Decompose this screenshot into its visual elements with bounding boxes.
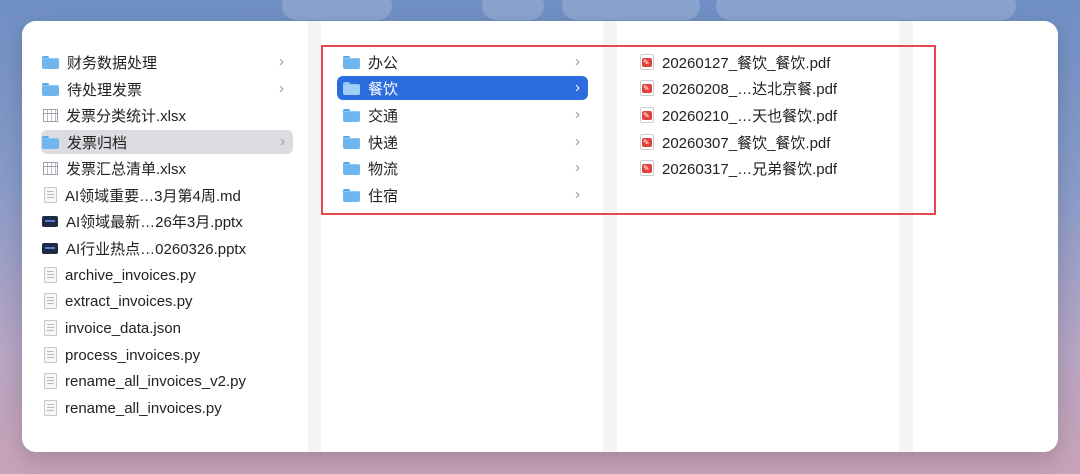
folder-icon: [343, 161, 360, 175]
item-label: 快递: [368, 134, 399, 152]
document-icon: [44, 187, 57, 203]
list-item-pdf[interactable]: ✎ 20260208_…达北京餐.pdf: [639, 76, 889, 100]
document-icon: [44, 320, 57, 336]
document-icon: [44, 400, 57, 416]
item-label: 住宿: [368, 187, 399, 205]
toolbar-search-background[interactable]: [716, 0, 1016, 20]
list-item-file[interactable]: AI领域最新…26年3月.pptx: [42, 209, 292, 233]
folder-icon: [42, 55, 59, 69]
spreadsheet-icon: [43, 161, 58, 175]
presentation-icon: [42, 242, 58, 254]
list-item-file[interactable]: archive_invoices.py: [42, 263, 292, 287]
item-label: AI行业热点…0260326.pptx: [66, 240, 247, 258]
folder-icon: [343, 188, 360, 202]
list-item-folder[interactable]: 交通 ›: [337, 103, 588, 127]
item-label: 发票汇总清单.xlsx: [66, 160, 187, 178]
chevron-right-icon: ›: [279, 53, 284, 70]
item-label: 20260317_…兄弟餐饮.pdf: [662, 160, 838, 178]
finder-window: 财务数据处理 › 待处理发票 › 发票分类统计.xlsx 发票归档 › 发票汇总…: [22, 21, 1058, 452]
list-item-folder[interactable]: 办公 ›: [337, 50, 588, 74]
chevron-right-icon: ›: [280, 133, 285, 150]
list-item-pdf[interactable]: ✎ 20260317_…兄弟餐饮.pdf: [639, 156, 889, 180]
item-label: 物流: [368, 160, 399, 178]
list-item-pdf[interactable]: ✎ 20260307_餐饮_餐饮.pdf: [639, 130, 889, 154]
list-item-folder-selected[interactable]: 发票归档 ›: [41, 130, 293, 154]
spreadsheet-icon: [43, 108, 58, 122]
item-label: 餐饮: [368, 80, 399, 98]
chevron-right-icon: ›: [575, 159, 580, 176]
pdf-icon: ✎: [640, 160, 654, 176]
pdf-icon: ✎: [640, 80, 654, 96]
list-item-pdf[interactable]: ✎ 20260127_餐饮_餐饮.pdf: [639, 50, 889, 74]
item-label: 20260208_…达北京餐.pdf: [662, 80, 838, 98]
toolbar-button-background[interactable]: [282, 0, 392, 20]
chevron-right-icon: ›: [575, 133, 580, 150]
item-label: AI领域最新…26年3月.pptx: [66, 213, 243, 231]
column-categories: 办公 › 餐饮 › 交通 › 快递 › 物流 › 住宿 ›: [321, 21, 603, 452]
column-files: ✎ 20260127_餐饮_餐饮.pdf ✎ 20260208_…达北京餐.pd…: [617, 21, 899, 452]
item-label: rename_all_invoices.py: [65, 399, 222, 417]
folder-icon: [343, 108, 360, 122]
toolbar-button-background[interactable]: [482, 0, 544, 20]
document-icon: [44, 373, 57, 389]
list-item-file[interactable]: 发票汇总清单.xlsx: [42, 156, 292, 180]
list-item-folder[interactable]: 待处理发票 ›: [42, 77, 292, 101]
list-item-folder[interactable]: 财务数据处理 ›: [42, 50, 292, 74]
item-label: 办公: [368, 54, 399, 72]
list-item-pdf[interactable]: ✎ 20260210_…天也餐饮.pdf: [639, 103, 889, 127]
toolbar-button-background[interactable]: [562, 0, 700, 20]
list-item-file[interactable]: AI领域重要…3月第4周.md: [42, 183, 292, 207]
item-label: 发票分类统计.xlsx: [66, 107, 187, 125]
list-item-file[interactable]: rename_all_invoices.py: [42, 396, 292, 420]
chevron-right-icon: ›: [575, 53, 580, 70]
item-label: extract_invoices.py: [65, 292, 193, 310]
pdf-icon: ✎: [640, 54, 654, 70]
list-item-file[interactable]: process_invoices.py: [42, 343, 292, 367]
folder-icon: [343, 55, 360, 69]
chevron-right-icon: ›: [575, 79, 580, 96]
list-item-folder[interactable]: 住宿 ›: [337, 183, 588, 207]
list-item-folder[interactable]: 快递 ›: [337, 130, 588, 154]
chevron-right-icon: ›: [575, 186, 580, 203]
list-item-file[interactable]: invoice_data.json: [42, 316, 292, 340]
pdf-icon: ✎: [640, 134, 654, 150]
item-label: 20260127_餐饮_餐饮.pdf: [662, 54, 831, 72]
column-empty: [913, 21, 1058, 452]
presentation-icon: [42, 215, 58, 227]
list-item-folder[interactable]: 物流 ›: [337, 156, 588, 180]
document-icon: [44, 293, 57, 309]
document-icon: [44, 267, 57, 283]
folder-icon: [42, 82, 59, 96]
list-item-file[interactable]: 发票分类统计.xlsx: [42, 103, 292, 127]
item-label: 发票归档: [67, 134, 128, 152]
list-item-file[interactable]: extract_invoices.py: [42, 289, 292, 313]
document-icon: [44, 347, 57, 363]
folder-icon: [343, 81, 360, 95]
item-label: 待处理发票: [67, 81, 143, 99]
item-label: rename_all_invoices_v2.py: [65, 372, 246, 390]
column-root: 财务数据处理 › 待处理发票 › 发票分类统计.xlsx 发票归档 › 发票汇总…: [22, 21, 308, 452]
item-label: 财务数据处理: [67, 54, 158, 72]
folder-icon: [343, 135, 360, 149]
item-label: 20260210_…天也餐饮.pdf: [662, 107, 838, 125]
chevron-right-icon: ›: [575, 106, 580, 123]
item-label: archive_invoices.py: [65, 266, 196, 284]
list-item-file[interactable]: AI行业热点…0260326.pptx: [42, 236, 302, 260]
item-label: AI领域重要…3月第4周.md: [65, 187, 241, 205]
list-item-folder-selected[interactable]: 餐饮 ›: [337, 76, 588, 100]
item-label: invoice_data.json: [65, 319, 181, 337]
item-label: process_invoices.py: [65, 346, 201, 364]
chevron-right-icon: ›: [279, 80, 284, 97]
item-label: 交通: [368, 107, 399, 125]
pdf-icon: ✎: [640, 107, 654, 123]
folder-icon: [42, 135, 59, 149]
item-label: 20260307_餐饮_餐饮.pdf: [662, 134, 831, 152]
list-item-file[interactable]: rename_all_invoices_v2.py: [42, 369, 302, 393]
